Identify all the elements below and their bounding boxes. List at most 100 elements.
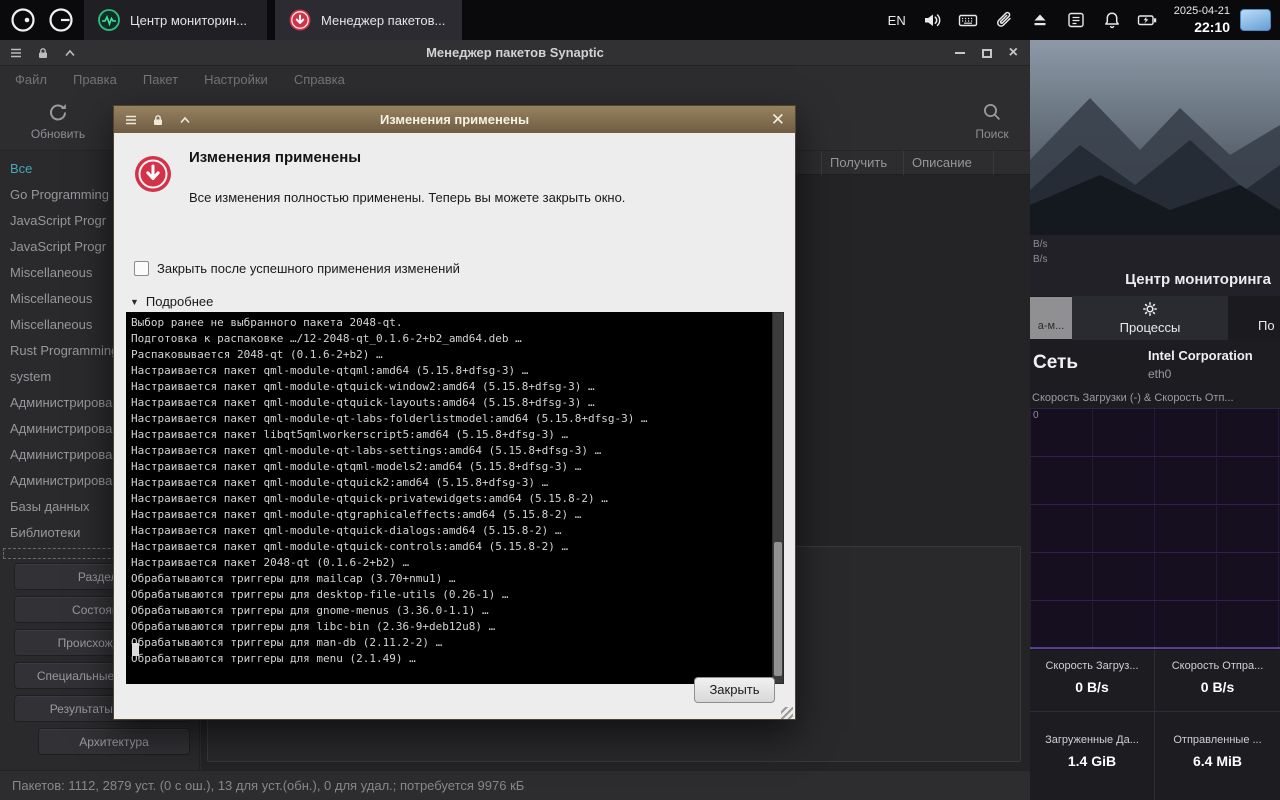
window-menu-icon[interactable] [124,113,138,127]
window-menu-icon[interactable] [9,46,23,60]
terminal-scrollbar[interactable] [772,312,784,684]
refresh-icon [47,101,69,123]
network-speed-chart: 0 [1030,408,1280,650]
monitor-title: Центр мониторинга [1125,271,1271,288]
taskbar-app-monitoring-center[interactable]: Центр мониторин... [84,0,267,40]
minimize-button[interactable] [954,52,965,54]
dialog-close-icon[interactable]: ✕ [771,111,785,128]
bell-icon[interactable] [1101,9,1123,31]
taskbar-app-package-manager[interactable]: Менеджер пакетов... [275,0,462,40]
clock[interactable]: 2025-04-21 22:10 [1174,4,1230,36]
menu-item[interactable]: Справка [294,72,345,87]
window-title: Менеджер пакетов Synaptic [426,45,604,60]
stat-cell: Скорость Отпра... 0 B/s [1155,650,1280,712]
terminal-line: Настраивается пакет qml-module-qtquick-d… [131,524,562,537]
menu-item[interactable]: Настройки [204,72,268,87]
dialog-close-button[interactable]: Закрыть [694,677,775,703]
filter-button[interactable]: Архитектура [38,728,190,755]
scrollbar-thumb[interactable] [774,542,782,676]
volume-icon[interactable] [921,9,943,31]
menu-item[interactable]: Пакет [143,72,178,87]
checkbox-unchecked[interactable] [134,261,149,276]
dialog-body: Изменения применены Все изменения полнос… [114,133,795,721]
close-after-apply-option[interactable]: Закрыть после успешного применения измен… [134,261,460,276]
column-header-get[interactable]: Получить [821,151,903,175]
terminal-line: Настраивается пакет qml-module-qtquick-c… [131,540,569,553]
lock-icon[interactable] [36,46,50,60]
tab-processes[interactable]: Процессы [1072,296,1228,340]
monitor-title-strip: B/s B/s Центр мониторинга [1030,235,1280,296]
network-stats-grid: Скорость Загруз... 0 B/s Скорость Отпра.… [1030,650,1280,800]
terminal-line: Настраивается пакет qml-module-qtquick-p… [131,492,608,505]
column-separator [993,151,994,175]
menu-item[interactable]: Файл [15,72,47,87]
maximize-button[interactable] [981,48,992,58]
terminal-line: Обрабатываются триггеры для desktop-file… [131,588,509,601]
terminal-line: Настраивается пакет libqt5qmlworkerscrip… [131,428,569,441]
details-label: Подробнее [145,294,214,309]
close-button[interactable]: × [1009,45,1018,61]
network-adapter-name: Intel Corporation [1148,348,1253,363]
stat-cell: Отправленные ... 6.4 MiB [1155,712,1280,800]
date-label: 2025-04-21 [1173,4,1230,17]
chevron-down-icon: ▼ [130,296,139,307]
search-icon [981,101,1003,123]
stat-cell: Скорость Загруз... 0 B/s [1030,650,1155,712]
stat-label: Загруженные Да... [1045,734,1139,746]
download-complete-icon [134,155,172,193]
chart-zero-label: 0 [1033,410,1039,421]
launcher-logo-icon[interactable] [8,5,38,35]
lock-icon[interactable] [151,113,165,127]
download-icon [288,8,312,32]
monitoring-center-window: B/s B/s Центр мониторинга а-м... Процесс… [1030,40,1280,800]
terminal-cursor [132,643,139,656]
tab-processes-label: Процессы [1119,320,1181,335]
monitor-tabs: а-м... Процессы По [1030,296,1280,340]
terminal-line: Настраивается пакет qml-module-qtquick2:… [131,476,549,489]
tab-partial-left[interactable]: а-м... [1030,297,1072,339]
terminal-output: Выбор ранее не выбранного пакета 2048-qt… [126,312,772,684]
terminal-line: Настраивается пакет qml-module-qt-labs-s… [131,444,602,457]
stat-label: Скорость Загруз... [1045,660,1139,672]
details-expander[interactable]: ▼ Подробнее [130,294,213,309]
taskbar-app-label: Менеджер пакетов... [321,12,446,28]
terminal-line: Настраивается пакет qml-module-qtquick-w… [131,380,595,393]
menu-item[interactable]: Правка [73,72,117,87]
monitor-icon [97,8,121,32]
terminal-line: Настраивается пакет qml-module-qtgraphic… [131,508,582,521]
display-icon[interactable] [1240,9,1271,31]
wallpaper-image [1030,40,1280,235]
keyboard-icon[interactable] [957,9,979,31]
dialog-title: Изменения применены [379,112,530,127]
terminal-line: Распаковывается 2048-qt (0.1.6-2+b2) … [131,348,383,361]
menubar: Файл Правка Пакет Настройки Справка [0,66,1030,93]
terminal-line: Обрабатываются триггеры для mailcap (3.7… [131,572,456,585]
language-indicator[interactable]: EN [888,13,906,28]
dialog-message: Все изменения полностью применены. Тепер… [189,190,626,205]
terminal-line: Подготовка к распаковке …/12-2048-qt_0.1… [131,332,522,345]
paperclip-icon[interactable] [993,9,1015,31]
notes-board-icon[interactable] [1065,9,1087,31]
launcher-logo-2-icon[interactable] [46,5,76,35]
resize-grip[interactable] [781,707,793,719]
taskbar-app-label: Центр мониторин... [130,12,247,28]
battery-icon[interactable] [1137,9,1159,31]
refresh-button[interactable]: Обновить [22,101,94,141]
changes-applied-dialog: Изменения применены ✕ Изменения применен… [113,105,796,720]
terminal-line: Выбор ранее не выбранного пакета 2048-qt… [131,316,403,329]
synaptic-titlebar[interactable]: Менеджер пакетов Synaptic × [0,40,1030,66]
rollup-icon[interactable] [63,46,77,60]
dialog-titlebar[interactable]: Изменения применены ✕ [114,106,795,133]
tab-partial-right[interactable]: По [1258,318,1275,333]
stat-value: 6.4 MiB [1192,753,1242,769]
eject-icon[interactable] [1029,9,1051,31]
refresh-label: Обновить [30,127,86,141]
search-button[interactable]: Поиск [956,101,1028,141]
rollup-icon[interactable] [178,113,192,127]
network-device-name: eth0 [1148,367,1172,381]
stat-cell: Загруженные Да... 1.4 GiB [1030,712,1155,800]
axis-unit-labels: B/s B/s [1033,239,1048,265]
column-header-description[interactable]: Описание [903,151,993,175]
terminal-line: Настраивается пакет qml-module-qtqml:amd… [131,364,529,377]
checkbox-label: Закрыть после успешного применения измен… [157,261,460,276]
